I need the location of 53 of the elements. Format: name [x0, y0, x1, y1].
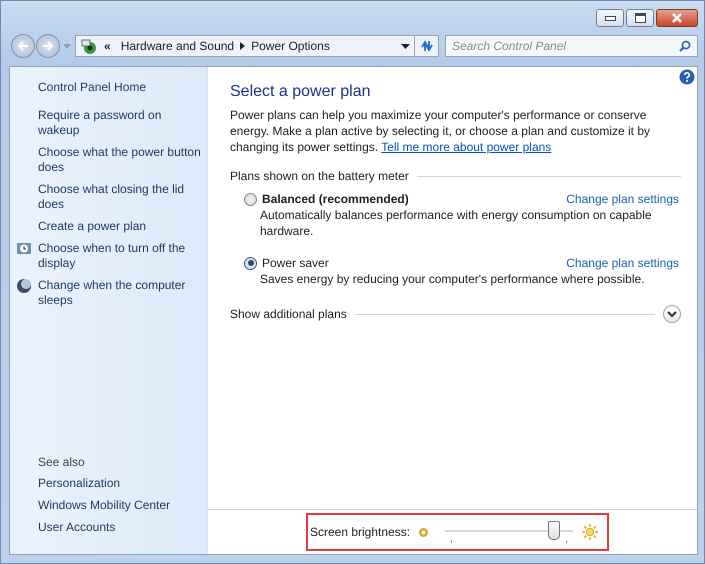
- sidebar-link[interactable]: Windows Mobility Center: [38, 498, 170, 512]
- change-plan-link[interactable]: Change plan settings: [566, 191, 679, 207]
- close-button[interactable]: [656, 9, 698, 27]
- plan-description: Automatically balances performance with energy consumption on capable hardware.: [259, 207, 653, 239]
- sidebar-link[interactable]: Require a password on wakeup: [38, 108, 205, 138]
- plan-description: Saves energy by reducing your computer's performance where possible.: [259, 271, 646, 287]
- forward-arrow-icon: [41, 40, 55, 52]
- expand-button[interactable]: [663, 305, 681, 323]
- search-field[interactable]: Search Control Panel: [445, 35, 698, 57]
- close-icon: [671, 13, 683, 23]
- change-plan-link[interactable]: Change plan settings: [566, 255, 679, 271]
- dim-sun-icon: [418, 526, 430, 538]
- back-button[interactable]: [11, 34, 35, 58]
- refresh-button[interactable]: [415, 35, 439, 57]
- bright-sun-icon: [581, 523, 600, 541]
- plan-name: Power saver: [262, 255, 329, 271]
- slider-thumb[interactable]: [548, 521, 560, 540]
- dropdown-icon[interactable]: [401, 44, 410, 48]
- chevron-down-icon: [667, 310, 677, 318]
- help-link[interactable]: Tell me more about power plans: [381, 140, 552, 154]
- sidebar-link[interactable]: Create a power plan: [38, 219, 146, 234]
- expander-label[interactable]: Show additional plans: [230, 307, 347, 321]
- sidebar-link[interactable]: Control Panel Home: [38, 80, 146, 94]
- group-label: Plans shown on the battery meter: [230, 169, 409, 183]
- overflow-chevron[interactable]: «: [104, 39, 111, 53]
- breadcrumb-separator-icon: [240, 42, 246, 50]
- sidebar-link[interactable]: User Accounts: [38, 520, 116, 534]
- sidebar-link[interactable]: Choose what closing the lid does: [38, 182, 205, 212]
- sidebar-link[interactable]: Choose what the power button does: [38, 145, 205, 175]
- control-panel-icon: [80, 37, 98, 55]
- back-arrow-icon: [16, 40, 30, 52]
- page-title: Select a power plan: [230, 83, 372, 101]
- radio-button[interactable]: [244, 192, 257, 206]
- search-icon: [679, 40, 691, 52]
- help-icon[interactable]: [679, 69, 695, 85]
- sidebar-link[interactable]: Choose when to turn off the display: [38, 241, 205, 271]
- brightness-label: Screen brightness:: [310, 525, 410, 539]
- radio-button[interactable]: [244, 256, 257, 270]
- sidebar-link[interactable]: Personalization: [38, 476, 120, 490]
- clock-icon: [16, 241, 32, 257]
- intro-text: Power plans can help you maximize your computer's performance or conserve energy. Make a plan active by selecting it, or choose a plan and customize it by changing its power settings. Tell me more about power plans: [230, 107, 652, 155]
- sidebar-link[interactable]: Change when the computer sleeps: [38, 278, 205, 308]
- minimize-button[interactable]: [596, 9, 624, 27]
- brightness-slider[interactable]: [445, 521, 574, 543]
- address-bar[interactable]: « Hardware and Sound Power Options: [75, 35, 415, 57]
- moon-icon: [16, 278, 32, 294]
- forward-button[interactable]: [36, 34, 60, 58]
- section-heading: See also: [38, 455, 85, 469]
- breadcrumb[interactable]: Power Options: [251, 39, 330, 53]
- plan-name: Balanced (recommended): [262, 191, 409, 207]
- maximize-button[interactable]: [626, 9, 654, 27]
- breadcrumb[interactable]: Hardware and Sound: [120, 39, 234, 53]
- refresh-icon: [418, 39, 434, 53]
